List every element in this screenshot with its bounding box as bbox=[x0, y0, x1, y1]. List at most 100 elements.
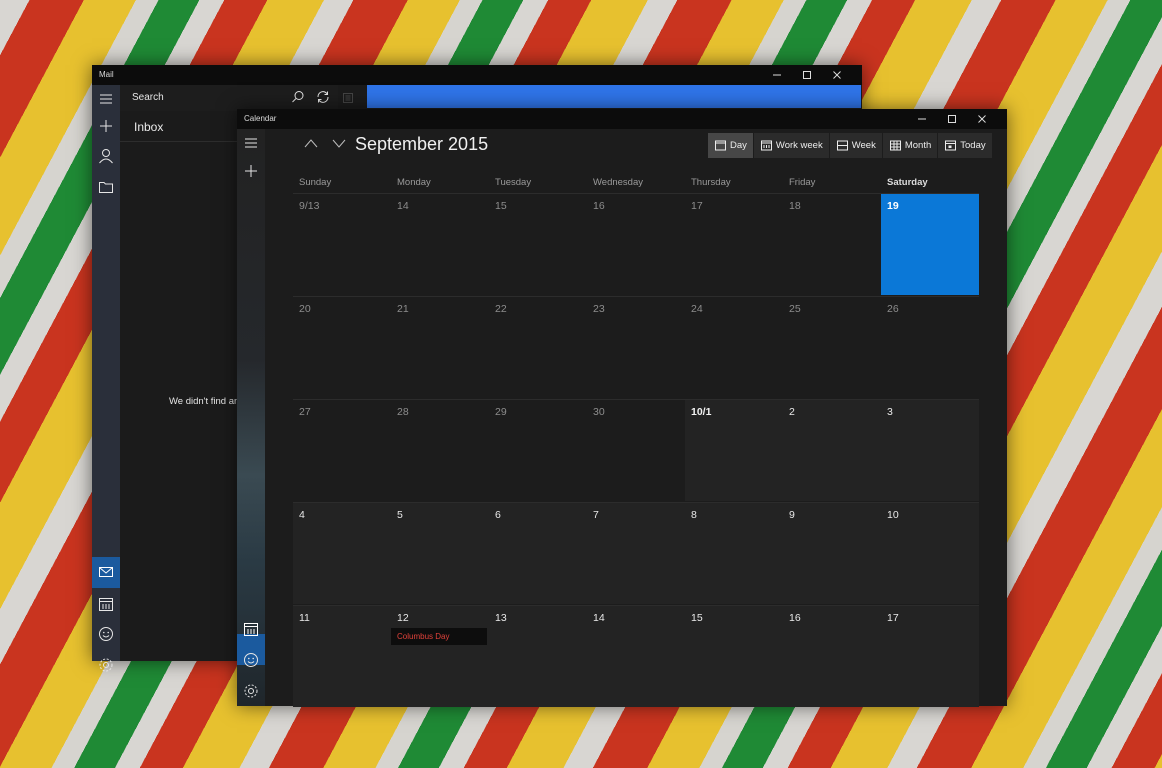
day-cell[interactable]: 24 bbox=[685, 296, 783, 398]
day-view-label: Day bbox=[730, 140, 747, 151]
day-cell[interactable]: 9 bbox=[783, 502, 881, 604]
month-view-button[interactable]: Month bbox=[882, 133, 939, 158]
day-number: 15 bbox=[495, 200, 507, 212]
mail-titlebar: Mail bbox=[92, 65, 862, 85]
day-number: 21 bbox=[397, 303, 409, 315]
day-cell[interactable]: 5 bbox=[391, 502, 489, 604]
day-number: 15 bbox=[691, 612, 703, 624]
day-cell[interactable]: 6 bbox=[489, 502, 587, 604]
calendar-icon[interactable] bbox=[97, 595, 115, 613]
minimize-icon[interactable] bbox=[907, 109, 937, 129]
sync-icon[interactable] bbox=[315, 89, 331, 110]
day-number: 9 bbox=[789, 509, 795, 521]
day-cell[interactable]: 14 bbox=[391, 193, 489, 295]
day-cell[interactable]: 23 bbox=[587, 296, 685, 398]
close-icon[interactable] bbox=[822, 65, 852, 85]
calendar-title: Calendar bbox=[244, 114, 277, 123]
day-cell[interactable]: 28 bbox=[391, 399, 489, 501]
day-cell[interactable]: 15 bbox=[685, 605, 783, 707]
day-cell[interactable]: 16 bbox=[587, 193, 685, 295]
day-cell[interactable]: 29 bbox=[489, 399, 587, 501]
maximize-icon[interactable] bbox=[792, 65, 822, 85]
month-title: September 2015 bbox=[355, 134, 489, 154]
mail-list-pane bbox=[120, 85, 238, 661]
search-label[interactable]: Search bbox=[132, 92, 164, 103]
feedback-smiley-icon[interactable] bbox=[242, 651, 260, 669]
minimize-icon[interactable] bbox=[762, 65, 792, 85]
day-cell[interactable]: 17 bbox=[881, 605, 979, 707]
calendar-nav-rail bbox=[237, 129, 265, 706]
day-cell[interactable]: 27 bbox=[293, 399, 391, 501]
feedback-smiley-icon[interactable] bbox=[97, 625, 115, 643]
close-icon[interactable] bbox=[967, 109, 997, 129]
day-number: 9/13 bbox=[299, 200, 320, 212]
day-cell[interactable]: 4 bbox=[293, 502, 391, 604]
day-cell[interactable]: 15 bbox=[489, 193, 587, 295]
new-event-plus-icon[interactable] bbox=[242, 162, 260, 180]
day-cell[interactable]: 22 bbox=[489, 296, 587, 398]
day-cell[interactable]: 13 bbox=[489, 605, 587, 707]
month-icon bbox=[889, 140, 901, 151]
day-number: 23 bbox=[593, 303, 605, 315]
day-cell[interactable]: 26 bbox=[881, 296, 979, 398]
day-icon bbox=[715, 140, 726, 151]
today-label: Today bbox=[960, 140, 986, 151]
day-cell[interactable]: 9/13 bbox=[293, 193, 391, 295]
new-mail-plus-icon[interactable] bbox=[97, 117, 115, 135]
day-number: 5 bbox=[397, 509, 403, 521]
day-cell[interactable]: 18 bbox=[783, 193, 881, 295]
day-view-button[interactable]: Day bbox=[708, 133, 754, 158]
previous-month-arrow-icon[interactable] bbox=[303, 136, 319, 152]
day-cell[interactable]: 17 bbox=[685, 193, 783, 295]
month-grid: Sunday Monday Tuesday Wednesday Thursday… bbox=[293, 173, 979, 708]
day-cell[interactable]: 8 bbox=[685, 502, 783, 604]
day-cell[interactable]: 20 bbox=[293, 296, 391, 398]
hamburger-menu-icon[interactable] bbox=[97, 90, 115, 108]
day-cell-today[interactable]: 19 bbox=[881, 193, 979, 295]
inbox-folder-title: Inbox bbox=[134, 120, 164, 134]
week-view-button[interactable]: Week bbox=[829, 133, 883, 158]
select-mode-icon[interactable] bbox=[342, 91, 354, 109]
accounts-person-icon[interactable] bbox=[97, 147, 115, 165]
hamburger-menu-icon[interactable] bbox=[242, 134, 260, 152]
day-cell[interactable]: 12 Columbus Day bbox=[391, 605, 489, 707]
day-number: 7 bbox=[593, 509, 599, 521]
work-week-view-button[interactable]: Work week bbox=[753, 133, 830, 158]
maximize-icon[interactable] bbox=[937, 109, 967, 129]
view-toolbar: Day Work week Week Month Today bbox=[708, 133, 993, 158]
day-cell[interactable]: 7 bbox=[587, 502, 685, 604]
day-number: 13 bbox=[495, 612, 507, 624]
day-cell[interactable]: 21 bbox=[391, 296, 489, 398]
day-number: 26 bbox=[887, 303, 899, 315]
day-cell[interactable]: 14 bbox=[587, 605, 685, 707]
day-cell[interactable]: 10 bbox=[881, 502, 979, 604]
day-cell[interactable]: 16 bbox=[783, 605, 881, 707]
day-cell[interactable]: 30 bbox=[587, 399, 685, 501]
search-icon[interactable] bbox=[290, 89, 306, 110]
day-cell[interactable]: 3 bbox=[881, 399, 979, 501]
day-number: 18 bbox=[789, 200, 801, 212]
day-cell[interactable]: 10/1 bbox=[685, 399, 783, 501]
day-number: 10 bbox=[887, 509, 899, 521]
day-number: 25 bbox=[789, 303, 801, 315]
day-number: 16 bbox=[593, 200, 605, 212]
folders-icon[interactable] bbox=[97, 178, 115, 196]
today-icon bbox=[945, 140, 957, 151]
next-month-arrow-icon[interactable] bbox=[331, 136, 347, 152]
week-row: 4 5 6 7 8 9 10 bbox=[293, 502, 979, 605]
event-columbus-day[interactable]: Columbus Day bbox=[391, 628, 487, 645]
day-number: 19 bbox=[887, 200, 899, 212]
mail-reading-header bbox=[367, 85, 861, 108]
mail-search-bar[interactable]: Search bbox=[120, 85, 353, 111]
day-number: 27 bbox=[299, 406, 311, 418]
day-number: 14 bbox=[593, 612, 605, 624]
today-button[interactable]: Today bbox=[938, 133, 993, 158]
day-cell[interactable]: 11 bbox=[293, 605, 391, 707]
day-number: 17 bbox=[887, 612, 899, 624]
day-cell[interactable]: 25 bbox=[783, 296, 881, 398]
day-cell[interactable]: 2 bbox=[783, 399, 881, 501]
calendar-icon[interactable] bbox=[242, 620, 260, 638]
mail-icon[interactable] bbox=[97, 563, 115, 581]
settings-gear-icon[interactable] bbox=[97, 656, 115, 674]
settings-gear-icon[interactable] bbox=[242, 682, 260, 700]
